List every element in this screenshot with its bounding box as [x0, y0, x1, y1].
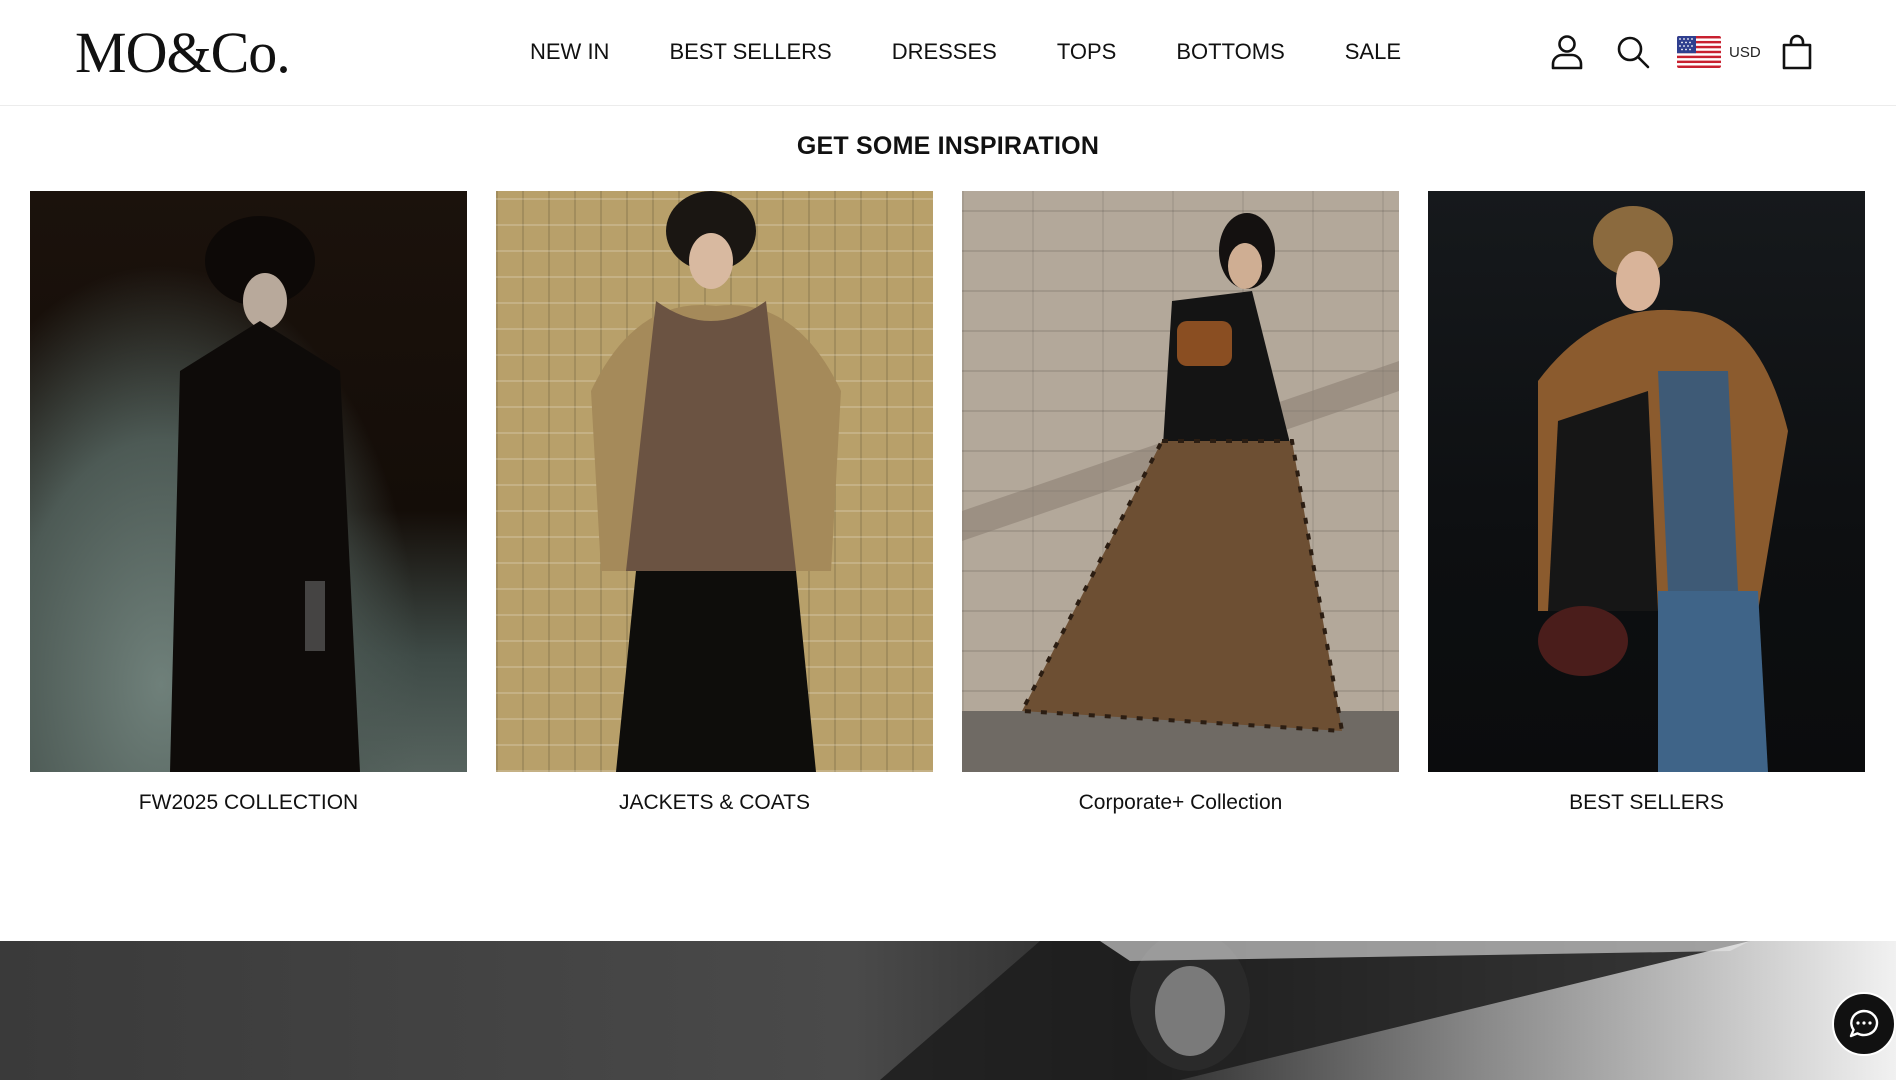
- hero-banner-image[interactable]: [0, 941, 1896, 1080]
- inspiration-card-fw2025[interactable]: FW2025 COLLECTION: [30, 191, 467, 816]
- search-icon[interactable]: [1611, 30, 1655, 74]
- chat-bubble-icon: [1849, 1009, 1879, 1038]
- inspiration-card-corporate-plus[interactable]: Corporate+ Collection: [962, 191, 1399, 816]
- card-photo: [30, 191, 467, 772]
- site-header: MO&Co. NEW IN BEST SELLERS DRESSES TOPS …: [0, 0, 1896, 106]
- nav-sale[interactable]: SALE: [1315, 34, 1431, 70]
- nav-new-in[interactable]: NEW IN: [500, 34, 639, 70]
- nav-tops[interactable]: TOPS: [1027, 34, 1147, 70]
- inspiration-card-best-sellers[interactable]: BEST SELLERS: [1428, 191, 1865, 816]
- currency-selector[interactable]: USD: [1677, 36, 1761, 68]
- cart-icon[interactable]: [1775, 30, 1819, 74]
- main-nav: NEW IN BEST SELLERS DRESSES TOPS BOTTOMS…: [500, 34, 1431, 70]
- card-caption: Corporate+ Collection: [1078, 791, 1283, 814]
- header-actions: USD: [1545, 30, 1819, 74]
- card-caption: BEST SELLERS: [1569, 791, 1724, 814]
- section-title: GET SOME INSPIRATION: [796, 132, 1100, 160]
- nav-bottoms[interactable]: BOTTOMS: [1146, 34, 1314, 70]
- inspiration-grid: FW2025 COLLECTION JACKETS & COATS Corpor…: [30, 191, 1867, 831]
- inspiration-card-jackets-coats[interactable]: JACKETS & COATS: [496, 191, 933, 816]
- account-icon[interactable]: [1545, 30, 1589, 74]
- card-caption: JACKETS & COATS: [619, 791, 810, 814]
- us-flag-icon: [1677, 36, 1721, 68]
- brand-logo[interactable]: MO&Co.: [75, 20, 291, 85]
- card-photo: [496, 191, 933, 772]
- card-photo: [962, 191, 1399, 772]
- nav-dresses[interactable]: DRESSES: [862, 34, 1027, 70]
- nav-best-sellers[interactable]: BEST SELLERS: [639, 34, 861, 70]
- card-photo: [1428, 191, 1865, 772]
- chat-button[interactable]: [1832, 992, 1896, 1056]
- currency-label: USD: [1729, 43, 1761, 61]
- card-caption: FW2025 COLLECTION: [138, 791, 359, 814]
